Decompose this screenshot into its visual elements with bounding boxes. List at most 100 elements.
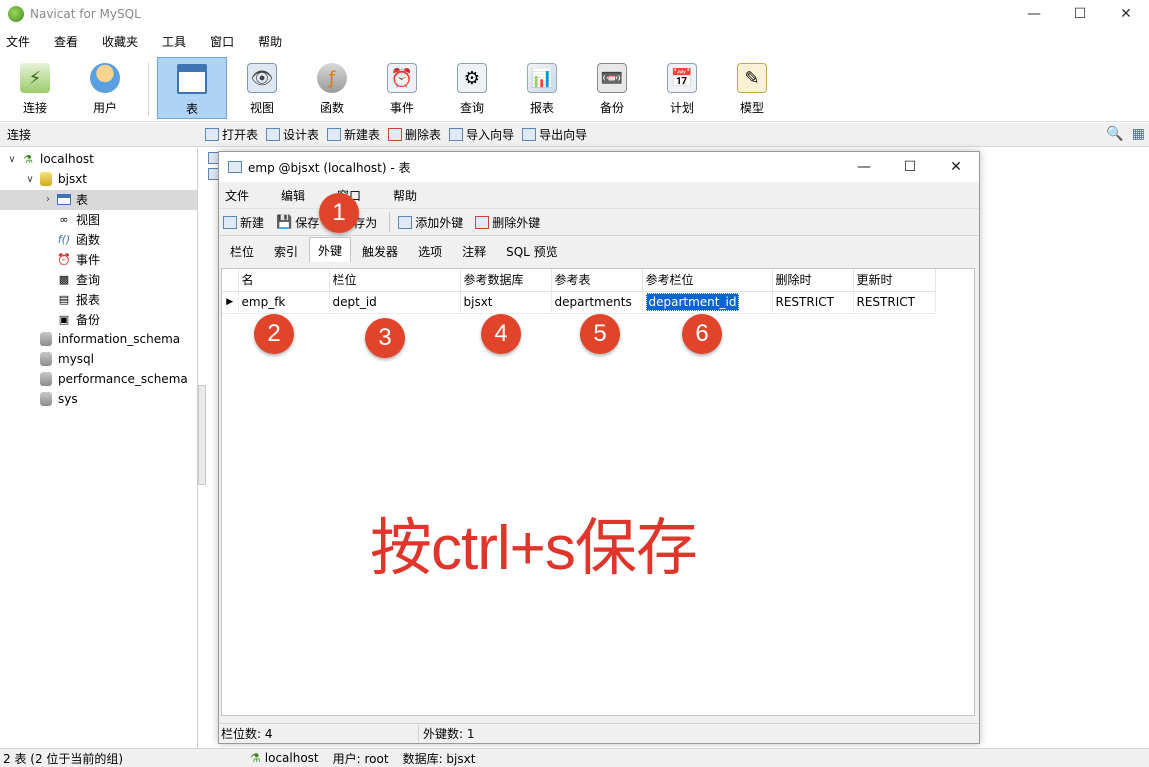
database-icon	[38, 172, 54, 186]
cell-field[interactable]: dept_id	[329, 291, 461, 314]
toolbar-model-button[interactable]: ✎ 模型	[717, 57, 787, 119]
tree-node-db-performance-schema[interactable]: performance_schema	[36, 369, 188, 389]
window-controls: — ☐ ✕	[1011, 0, 1149, 28]
tab-sql-preview[interactable]: SQL 预览	[497, 240, 567, 262]
tab-indexes[interactable]: 索引	[265, 240, 307, 262]
tab-foreign-keys[interactable]: 外键	[309, 237, 352, 262]
tree-node-backups[interactable]: ▣ 备份	[54, 309, 100, 329]
design-menu-edit[interactable]: 编辑	[275, 187, 317, 204]
close-icon[interactable]: ✕	[1103, 0, 1149, 28]
minimize-icon[interactable]: —	[1011, 0, 1057, 28]
cell-on-delete[interactable]: RESTRICT	[772, 291, 854, 314]
annotation-badge-6: 6	[682, 314, 722, 354]
menu-view[interactable]: 查看	[42, 33, 90, 50]
tree-node-queries[interactable]: ▩ 查询	[54, 269, 100, 289]
maximize-icon[interactable]: ☐	[887, 152, 933, 182]
toolbar-report-button[interactable]: 📊 报表	[507, 57, 577, 119]
cell-ref-db[interactable]: bjsxt	[460, 291, 552, 314]
toolbar-query-button[interactable]: ⚙ 查询	[437, 57, 507, 119]
tree-node-functions[interactable]: f() 函数	[54, 229, 100, 249]
minimize-icon[interactable]: —	[841, 152, 887, 182]
user-icon	[90, 63, 120, 93]
toolbar-user-button[interactable]: 用户	[70, 57, 140, 119]
table-open-icon	[205, 128, 219, 141]
open-table-button[interactable]: 打开表	[205, 126, 258, 143]
tab-comment[interactable]: 注释	[453, 240, 495, 262]
toolbar-connect-button[interactable]: ⚡ 连接	[0, 57, 70, 119]
column-header-ref-field[interactable]: 参考栏位	[642, 269, 773, 292]
table-delete-icon	[388, 128, 403, 141]
cell-ref-table[interactable]: departments	[551, 291, 643, 314]
new-button[interactable]: 新建	[223, 214, 264, 231]
tree-node-server[interactable]: ∨ ⚗ localhost	[6, 149, 94, 169]
column-header-on-update[interactable]: 更新时	[853, 269, 936, 292]
tree-node-database[interactable]: ∨ bjsxt	[24, 169, 87, 189]
database-icon	[38, 392, 54, 406]
grid-view-icon[interactable]: ▦	[1132, 126, 1145, 142]
toolbar-event-button[interactable]: ⏰ 事件	[367, 57, 437, 119]
tree-node-views[interactable]: ∞ 视图	[54, 209, 100, 229]
menu-file[interactable]: 文件	[0, 33, 42, 50]
tree-node-db-sys[interactable]: sys	[36, 389, 78, 409]
tree-node-db-information-schema[interactable]: information_schema	[36, 329, 180, 349]
column-header-ref-table[interactable]: 参考表	[551, 269, 643, 292]
tree-node-db-mysql[interactable]: mysql	[36, 349, 94, 369]
status-server: localhost	[264, 751, 319, 765]
toolbar-view-button[interactable]: 👁 视图	[227, 57, 297, 119]
pane-splitter[interactable]	[198, 385, 206, 485]
server-icon: ⚗	[23, 152, 33, 166]
toolbar-schedule-button[interactable]: 📅 计划	[647, 57, 717, 119]
tab-triggers[interactable]: 触发器	[353, 240, 407, 262]
cell-on-update[interactable]: RESTRICT	[853, 291, 936, 314]
new-table-button[interactable]: 新建表	[327, 126, 380, 143]
tab-options[interactable]: 选项	[409, 240, 451, 262]
save-shortcut-annotation: 按ctrl+s保存	[370, 514, 698, 583]
close-icon[interactable]: ✕	[933, 152, 979, 182]
cell-ref-field[interactable]: department_id	[642, 291, 773, 314]
chevron-down-icon[interactable]: ∨	[24, 174, 36, 185]
toolbar-function-button[interactable]: ƒ 函数	[297, 57, 367, 119]
annotation-badge-1: 1	[319, 193, 359, 233]
add-foreign-key-button[interactable]: 添加外键	[398, 214, 463, 231]
table-row[interactable]: ▶ emp_fk dept_id bjsxt departments depar…	[222, 291, 936, 314]
toolbar-backup-button[interactable]: 📼 备份	[577, 57, 647, 119]
toolbar-table-button[interactable]: 表	[157, 57, 227, 119]
save-icon: 💾	[276, 214, 293, 230]
design-window-title-bar: emp @bjsxt (localhost) - 表 — ☐ ✕	[219, 152, 979, 182]
toolbar-separator	[389, 212, 391, 232]
export-wizard-button[interactable]: 导出向导	[522, 126, 587, 143]
report-icon: 📊	[527, 63, 557, 93]
column-header-name[interactable]: 名	[238, 269, 330, 292]
cell-fk-name[interactable]: emp_fk	[238, 291, 330, 314]
delete-foreign-key-button[interactable]: 删除外键	[475, 214, 540, 231]
menu-tools[interactable]: 工具	[150, 33, 198, 50]
search-icon[interactable]: 🔍	[1106, 126, 1123, 142]
design-table-button[interactable]: 设计表	[266, 126, 319, 143]
design-window-controls: — ☐ ✕	[841, 152, 979, 182]
import-wizard-button[interactable]: 导入向导	[449, 126, 514, 143]
main-toolbar: ⚡ 连接 用户 表 👁 视图 ƒ 函数 ⏰ 事件 ⚙ 查询 📊 报表 📼 备份 …	[0, 54, 1149, 122]
menu-help[interactable]: 帮助	[246, 33, 294, 50]
save-button[interactable]: 💾 保存	[276, 214, 319, 231]
maximize-icon[interactable]: ☐	[1057, 0, 1103, 28]
column-header-on-delete[interactable]: 删除时	[772, 269, 854, 292]
tree-node-events[interactable]: ⏰ 事件	[54, 249, 100, 269]
chevron-right-icon[interactable]: ›	[42, 194, 54, 205]
column-header-ref-db[interactable]: 参考数据库	[460, 269, 552, 292]
field-count: 栏位数: 4	[219, 725, 419, 742]
delete-table-button[interactable]: 删除表	[388, 126, 441, 143]
tree-node-reports[interactable]: ▤ 报表	[54, 289, 100, 309]
design-menu-file[interactable]: 文件	[219, 187, 261, 204]
tree-node-tables[interactable]: › 表	[42, 189, 88, 209]
foreign-key-table: 名 栏位 参考数据库 参考表 参考栏位 删除时 更新时 ▶ emp_fk dep…	[222, 269, 936, 314]
column-header-field[interactable]: 栏位	[329, 269, 461, 292]
backup-icon: ▣	[58, 312, 70, 326]
menu-favorites[interactable]: 收藏夹	[90, 33, 150, 50]
import-icon	[449, 128, 464, 141]
view-mode-icons: 🔍 ▦	[1106, 126, 1145, 142]
design-menu-help[interactable]: 帮助	[387, 187, 429, 204]
menu-window[interactable]: 窗口	[198, 33, 246, 50]
new-icon	[223, 215, 237, 229]
chevron-down-icon[interactable]: ∨	[6, 154, 18, 165]
tab-fields[interactable]: 栏位	[221, 240, 263, 262]
